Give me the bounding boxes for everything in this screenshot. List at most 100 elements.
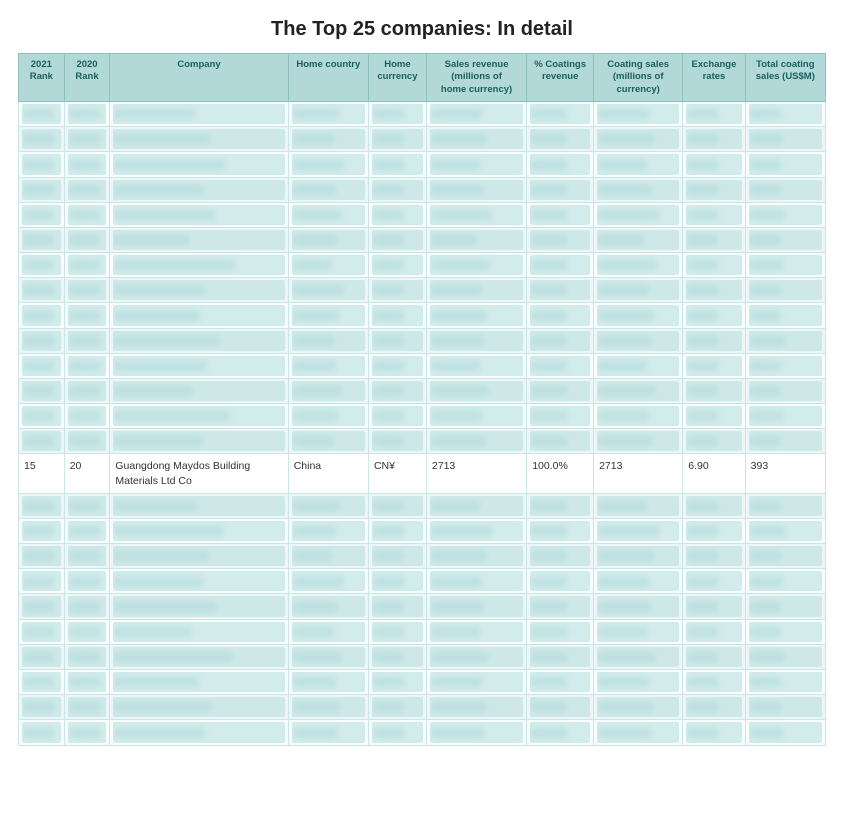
- table-cell-blurred: [527, 619, 594, 644]
- table-cell: CN¥: [368, 454, 426, 493]
- table-cell-blurred: [110, 429, 288, 454]
- header-currency: Homecurrency: [368, 54, 426, 102]
- header-company: Company: [110, 54, 288, 102]
- table-row: [19, 619, 826, 644]
- table-cell-blurred: [368, 644, 426, 669]
- table-cell-blurred: [64, 227, 110, 252]
- table-cell-blurred: [527, 404, 594, 429]
- table-cell-blurred: [745, 695, 825, 720]
- table-cell-blurred: [19, 328, 65, 353]
- table-row: [19, 720, 826, 745]
- table-cell-blurred: [19, 404, 65, 429]
- table-cell-blurred: [110, 127, 288, 152]
- table-cell-blurred: [594, 619, 683, 644]
- table-row: [19, 102, 826, 127]
- table-cell-blurred: [64, 404, 110, 429]
- table-cell-blurred: [110, 353, 288, 378]
- table-cell-blurred: [288, 253, 368, 278]
- header-rank2021: 2021Rank: [19, 54, 65, 102]
- table-cell-blurred: [110, 594, 288, 619]
- companies-table: 2021Rank 2020Rank Company Home country H…: [18, 53, 826, 746]
- table-cell-blurred: [527, 544, 594, 569]
- table-cell-blurred: [110, 493, 288, 518]
- table-cell-blurred: [594, 378, 683, 403]
- table-cell-blurred: [683, 152, 745, 177]
- table-cell-blurred: [288, 518, 368, 543]
- table-cell-blurred: [745, 102, 825, 127]
- page-title: The Top 25 companies: In detail: [0, 0, 844, 53]
- table-cell-blurred: [288, 227, 368, 252]
- table-cell-blurred: [64, 569, 110, 594]
- table-cell-blurred: [594, 404, 683, 429]
- table-cell-blurred: [745, 177, 825, 202]
- table-row: [19, 278, 826, 303]
- table-cell-blurred: [288, 303, 368, 328]
- table-cell-blurred: [683, 644, 745, 669]
- table-cell-blurred: [426, 102, 526, 127]
- table-cell-blurred: [527, 328, 594, 353]
- table-cell-blurred: [426, 152, 526, 177]
- table-cell-blurred: [368, 303, 426, 328]
- table-cell-blurred: [368, 177, 426, 202]
- table-cell-blurred: [64, 493, 110, 518]
- table-cell-blurred: [19, 303, 65, 328]
- table-row: [19, 429, 826, 454]
- table-cell-blurred: [594, 720, 683, 745]
- table-cell-blurred: [368, 152, 426, 177]
- table-cell-blurred: [64, 303, 110, 328]
- table-cell-blurred: [426, 619, 526, 644]
- table-cell-blurred: [683, 253, 745, 278]
- table-cell-blurred: [288, 669, 368, 694]
- table-cell-blurred: [19, 493, 65, 518]
- table-cell-blurred: [745, 152, 825, 177]
- table-cell-blurred: [288, 102, 368, 127]
- table-cell-blurred: [64, 102, 110, 127]
- header-coating: Coating sales(millions ofcurrency): [594, 54, 683, 102]
- table-cell-blurred: [288, 594, 368, 619]
- table-cell-blurred: [426, 644, 526, 669]
- table-cell: 2713: [594, 454, 683, 493]
- table-cell-blurred: [426, 328, 526, 353]
- table-row: [19, 328, 826, 353]
- table-cell-blurred: [527, 278, 594, 303]
- table-cell-blurred: [527, 378, 594, 403]
- table-cell-blurred: [594, 202, 683, 227]
- table-cell-blurred: [64, 278, 110, 303]
- table-row: [19, 253, 826, 278]
- table-cell-blurred: [594, 328, 683, 353]
- page-container: The Top 25 companies: In detail 2021Rank…: [0, 0, 844, 764]
- table-cell-blurred: [426, 177, 526, 202]
- table-cell-blurred: [594, 152, 683, 177]
- table-cell-blurred: [368, 404, 426, 429]
- table-cell-blurred: [110, 518, 288, 543]
- table-cell-blurred: [110, 227, 288, 252]
- table-cell-blurred: [594, 695, 683, 720]
- table-cell-blurred: [527, 720, 594, 745]
- table-cell-blurred: [594, 303, 683, 328]
- table-cell-blurred: [19, 594, 65, 619]
- table-cell-blurred: [683, 378, 745, 403]
- table-cell-blurred: [594, 227, 683, 252]
- table-cell-blurred: [288, 202, 368, 227]
- table-cell-blurred: [745, 644, 825, 669]
- table-cell-blurred: [745, 202, 825, 227]
- table-cell-blurred: [288, 127, 368, 152]
- table-cell-blurred: [745, 303, 825, 328]
- table-cell-blurred: [19, 644, 65, 669]
- table-cell-blurred: [594, 102, 683, 127]
- table-row: [19, 669, 826, 694]
- table-row: [19, 644, 826, 669]
- table-cell-blurred: [64, 669, 110, 694]
- table-cell-blurred: [110, 253, 288, 278]
- table-cell-blurred: [683, 594, 745, 619]
- table-cell-blurred: [426, 429, 526, 454]
- table-cell-blurred: [19, 544, 65, 569]
- table-cell-blurred: [368, 202, 426, 227]
- table-cell-blurred: [683, 127, 745, 152]
- table-cell-blurred: [683, 404, 745, 429]
- table-cell-blurred: [19, 102, 65, 127]
- table-row: [19, 127, 826, 152]
- table-cell-blurred: [745, 720, 825, 745]
- table-cell-blurred: [64, 518, 110, 543]
- table-cell-blurred: [368, 429, 426, 454]
